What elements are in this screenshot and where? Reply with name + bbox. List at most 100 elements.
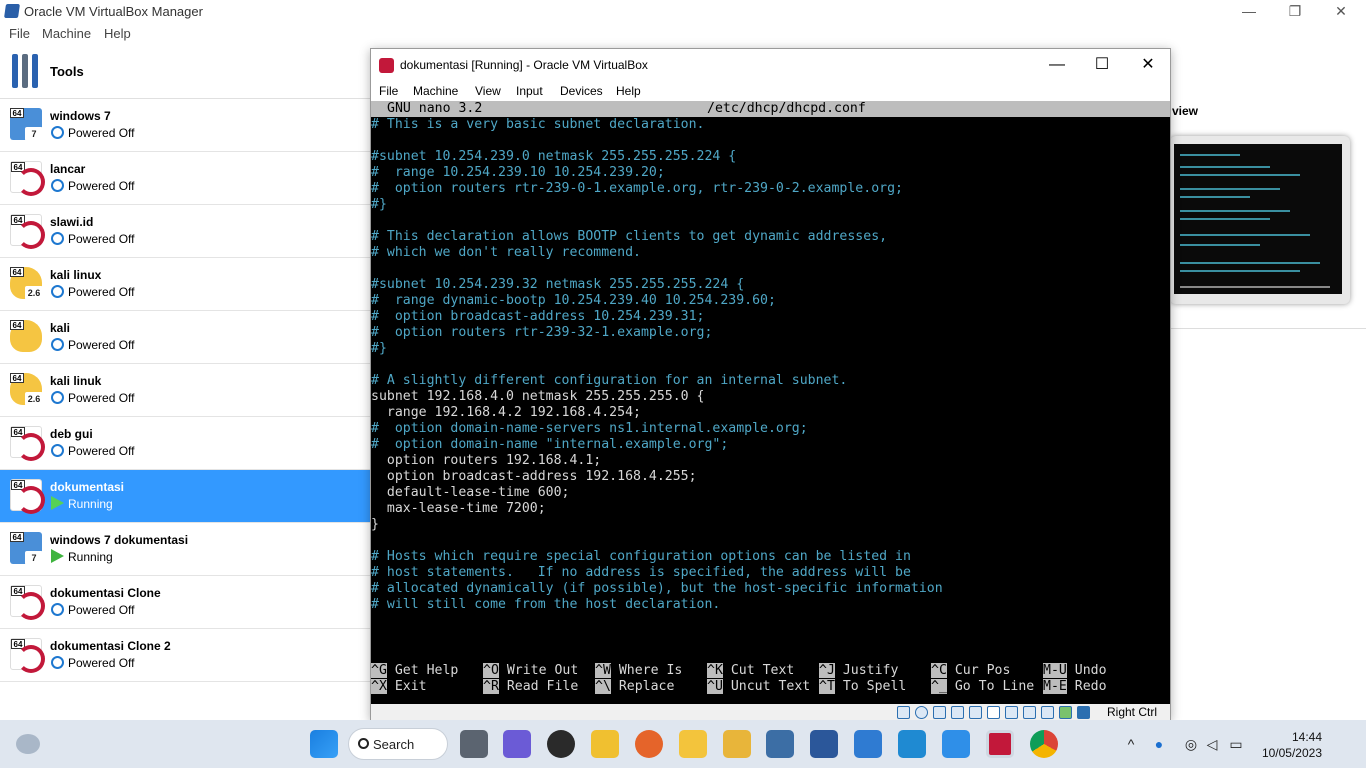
kali-icon: 64 2.6 <box>10 373 43 406</box>
nano-shortcut: ^U Uncut Text <box>707 679 810 695</box>
vm-list-item[interactable]: 64 7 windows 7 Powered Off <box>0 99 372 152</box>
menu-file[interactable]: File <box>9 26 30 41</box>
volume-icon[interactable]: ◁ <box>1204 736 1220 752</box>
config-line: # option routers rtr-239-0-1.example.org… <box>371 181 903 196</box>
nano-terminal[interactable]: GNU nano 3.2 /etc/dhcp/dhcpd.conf # This… <box>371 101 1170 704</box>
vm-state: Running <box>68 550 113 564</box>
chrome-icon[interactable] <box>1030 730 1058 758</box>
search-label: Search <box>373 737 415 752</box>
vm-list-item[interactable]: 64 deb gui Powered Off <box>0 417 372 470</box>
vm-menu-input[interactable]: Input <box>516 84 543 98</box>
meet-icon[interactable] <box>503 730 531 758</box>
github-icon[interactable] <box>547 730 575 758</box>
vm-list-item[interactable]: 64 dokumentasi Clone 2 Powered Off <box>0 629 372 682</box>
vm-window: dokumentasi [Running] - Oracle VM Virtua… <box>370 48 1171 721</box>
menu-machine[interactable]: Machine <box>42 26 91 41</box>
bitness-badge: 64 <box>10 373 24 383</box>
power-off-icon <box>51 179 64 192</box>
vm-list-item[interactable]: 64 dokumentasi Running <box>0 470 372 523</box>
minimize-button[interactable]: — <box>1226 0 1272 24</box>
vm-menu-help[interactable]: Help <box>616 84 641 98</box>
vm-name: windows 7 dokumentasi <box>50 533 189 547</box>
vm-maximize-button[interactable]: ☐ <box>1087 55 1117 75</box>
hard-disk-icon[interactable] <box>897 706 910 719</box>
config-line: # host statements. If no address is spec… <box>371 565 911 580</box>
running-arrow-icon <box>51 496 64 510</box>
archive-icon[interactable] <box>723 730 751 758</box>
vm-list-item[interactable]: 64 lancar Powered Off <box>0 152 372 205</box>
vm-list-item[interactable]: 64 kali Powered Off <box>0 311 372 364</box>
virtualization-icon[interactable] <box>1041 706 1054 719</box>
debian-vm-taskbar-icon[interactable] <box>986 730 1014 758</box>
config-line: # This is a very basic subnet declaratio… <box>371 117 705 132</box>
vm-minimize-button[interactable]: — <box>1042 55 1072 75</box>
microphone-icon[interactable]: ● <box>1151 736 1167 752</box>
power-off-icon <box>51 232 64 245</box>
vm-menu-file[interactable]: File <box>379 84 398 98</box>
task-view-icon[interactable] <box>460 730 488 758</box>
shortcut-label: Cur Pos <box>946 663 1011 678</box>
shortcut-key: ^K <box>707 663 723 678</box>
power-off-icon <box>51 338 64 351</box>
close-button[interactable]: ✕ <box>1318 0 1364 24</box>
virtualbox-icon[interactable] <box>766 730 794 758</box>
mouse-integration-icon[interactable] <box>1077 706 1090 719</box>
notepad-icon[interactable] <box>854 730 882 758</box>
power-off-icon <box>51 391 64 404</box>
vm-name: lancar <box>50 162 86 176</box>
file-explorer-icon[interactable] <box>591 730 619 758</box>
restore-button[interactable]: ❐ <box>1272 0 1318 24</box>
audio-icon[interactable] <box>933 706 946 719</box>
usb-icon[interactable] <box>969 706 982 719</box>
firefox-icon[interactable] <box>635 730 663 758</box>
video-capture-icon[interactable] <box>1023 706 1036 719</box>
taskbar-search[interactable]: Search <box>348 728 448 760</box>
os-version-badge: 2.6 <box>25 392 43 406</box>
shortcut-key: ^_ <box>931 679 947 694</box>
vm-list-item[interactable]: 64 2.6 kali linux Powered Off <box>0 258 372 311</box>
start-button[interactable] <box>310 730 338 758</box>
guest-additions-icon[interactable] <box>1059 706 1072 719</box>
shared-folders-icon[interactable] <box>987 706 1000 719</box>
details-panel: view <box>1170 44 1366 684</box>
vm-menu-view[interactable]: View <box>475 84 501 98</box>
shortcut-label: Undo <box>1066 663 1107 678</box>
paint-icon[interactable] <box>942 730 970 758</box>
bitness-badge: 64 <box>11 480 25 490</box>
menu-help[interactable]: Help <box>104 26 131 41</box>
vscode-icon[interactable] <box>898 730 926 758</box>
host-key-label: Right Ctrl <box>1107 705 1158 719</box>
vm-menu-bar: File Machine View Input Devices Help <box>371 81 1170 101</box>
nano-shortcut-bar: ^G Get Help ^O Write Out ^W Where Is ^K Cut… <box>371 663 1170 695</box>
display-icon[interactable] <box>1005 706 1018 719</box>
network-icon[interactable] <box>951 706 964 719</box>
language-icon[interactable]: ◎ <box>1183 736 1199 752</box>
shortcut-key: ^J <box>819 663 835 678</box>
tools-item[interactable]: Tools <box>0 44 372 99</box>
winrar-icon[interactable] <box>679 730 707 758</box>
config-line: # Hosts which require special configurat… <box>371 549 911 564</box>
nano-shortcut: M-U Undo <box>1043 663 1107 679</box>
shortcut-label: Read File <box>498 679 579 694</box>
vm-list-item[interactable]: 64 7 windows 7 dokumentasi Running <box>0 523 372 576</box>
vm-list-item[interactable]: 64 2.6 kali linuk Powered Off <box>0 364 372 417</box>
optical-drive-icon[interactable] <box>915 706 928 719</box>
vm-state: Powered Off <box>68 338 135 352</box>
config-line: #} <box>371 341 387 356</box>
vm-menu-devices[interactable]: Devices <box>560 84 603 98</box>
vm-state: Running <box>68 497 113 511</box>
vm-close-button[interactable]: ✕ <box>1133 55 1163 75</box>
vm-list-item[interactable]: 64 dokumentasi Clone Powered Off <box>0 576 372 629</box>
config-line: #} <box>371 197 387 212</box>
vm-name: dokumentasi Clone <box>50 586 161 600</box>
kali-icon: 64 <box>10 320 42 352</box>
chevron-up-icon[interactable]: ^ <box>1123 736 1139 752</box>
taskbar-clock[interactable]: 14:44 10/05/2023 <box>1258 729 1322 761</box>
vm-menu-machine[interactable]: Machine <box>413 84 458 98</box>
battery-icon[interactable]: ▭ <box>1228 736 1244 752</box>
bitness-badge: 64 <box>11 215 25 225</box>
vm-list-item[interactable]: 64 slawi.id Powered Off <box>0 205 372 258</box>
debian-icon: 64 <box>10 479 45 514</box>
weather-icon[interactable] <box>16 734 40 754</box>
word-icon[interactable] <box>810 730 838 758</box>
